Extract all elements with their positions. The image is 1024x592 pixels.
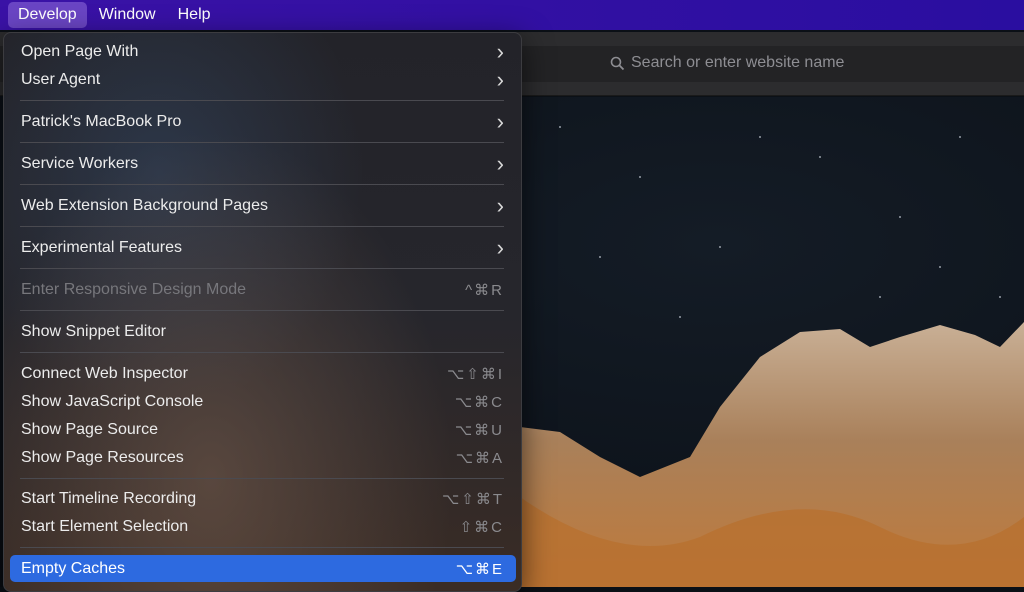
menu-item-enter-responsive-design-mode[interactable]: Enter Responsive Design Mode ^⌘R — [10, 276, 516, 303]
menu-separator — [20, 478, 504, 479]
menu-item-web-extension-background-pages[interactable]: Web Extension Background Pages › — [10, 192, 516, 219]
chevron-right-icon: › — [496, 192, 504, 218]
menu-separator — [20, 352, 504, 353]
menu-item-label: Connect Web Inspector — [21, 364, 188, 382]
menu-separator — [20, 184, 504, 185]
menu-separator — [20, 268, 504, 269]
develop-menu: Open Page With › User Agent › Patrick's MacB… — [3, 32, 522, 592]
menubar-develop[interactable]: Develop — [8, 2, 87, 28]
menu-separator — [20, 226, 504, 227]
menu-item-shortcut: ⌥⇧⌘I — [446, 365, 504, 383]
menu-item-label: Show Page Resources — [21, 448, 184, 466]
menu-separator — [20, 100, 504, 101]
menu-item-label: Start Timeline Recording — [21, 489, 197, 507]
chevron-right-icon: › — [496, 234, 504, 260]
address-bar[interactable]: Search or enter website name — [610, 54, 844, 72]
menu-item-shortcut: ⌥⇧⌘T — [441, 490, 504, 508]
menu-item-show-page-resources[interactable]: Show Page Resources ⌥⌘A — [10, 444, 516, 471]
menu-item-label: Show Snippet Editor — [21, 322, 166, 340]
search-icon — [610, 56, 625, 70]
menu-item-label: Start Element Selection — [21, 517, 189, 535]
menu-item-label: Show Page Source — [21, 420, 158, 438]
menu-item-connect-web-inspector[interactable]: Connect Web Inspector ⌥⇧⌘I — [10, 360, 516, 387]
menu-item-shortcut: ^⌘R — [465, 281, 504, 299]
menu-item-experimental-features[interactable]: Experimental Features › — [10, 234, 516, 261]
menu-item-patrick-s-macbook-pro[interactable]: Patrick's MacBook Pro › — [10, 108, 516, 135]
menu-item-label: Service Workers — [21, 154, 139, 172]
menu-item-service-workers[interactable]: Service Workers › — [10, 150, 516, 177]
menu-item-shortcut: ⌥⌘E — [455, 560, 504, 578]
chevron-right-icon: › — [496, 38, 504, 64]
menu-item-start-timeline-recording[interactable]: Start Timeline Recording ⌥⇧⌘T — [10, 485, 516, 512]
menu-item-show-javascript-console[interactable]: Show JavaScript Console ⌥⌘C — [10, 388, 516, 415]
menu-separator — [20, 310, 504, 311]
chevron-right-icon: › — [496, 150, 504, 176]
menu-item-shortcut: ⌥⌘U — [454, 421, 504, 439]
menu-item-show-page-source[interactable]: Show Page Source ⌥⌘U — [10, 416, 516, 443]
menu-item-label: Empty Caches — [21, 559, 126, 577]
menu-separator — [20, 547, 504, 548]
menu-item-label: User Agent — [21, 70, 101, 88]
menu-separator — [20, 142, 504, 143]
menu-item-shortcut: ⌥⌘C — [454, 393, 504, 411]
menu-item-label: Patrick's MacBook Pro — [21, 112, 182, 130]
menu-item-shortcut: ⇧⌘C — [459, 518, 504, 536]
menubar-help[interactable]: Help — [168, 2, 221, 28]
menubar-window[interactable]: Window — [89, 2, 166, 28]
chevron-right-icon: › — [496, 108, 504, 134]
menu-item-open-page-with[interactable]: Open Page With › — [10, 38, 516, 65]
menu-item-show-snippet-editor[interactable]: Show Snippet Editor — [10, 318, 516, 345]
menu-item-start-element-selection[interactable]: Start Element Selection ⇧⌘C — [10, 513, 516, 540]
menu-bar: Develop Window Help — [0, 0, 1024, 30]
menu-item-label: Experimental Features — [21, 238, 182, 256]
menu-item-user-agent[interactable]: User Agent › — [10, 66, 516, 93]
chevron-right-icon: › — [496, 66, 504, 92]
menu-item-shortcut: ⌥⌘A — [455, 449, 504, 467]
menu-item-empty-caches[interactable]: Empty Caches ⌥⌘E — [10, 555, 516, 582]
address-placeholder: Search or enter website name — [631, 54, 845, 71]
menu-item-label: Enter Responsive Design Mode — [21, 280, 247, 298]
menu-item-label: Show JavaScript Console — [21, 392, 204, 410]
menu-item-label: Web Extension Background Pages — [21, 196, 268, 214]
menu-item-label: Open Page With — [21, 42, 139, 60]
